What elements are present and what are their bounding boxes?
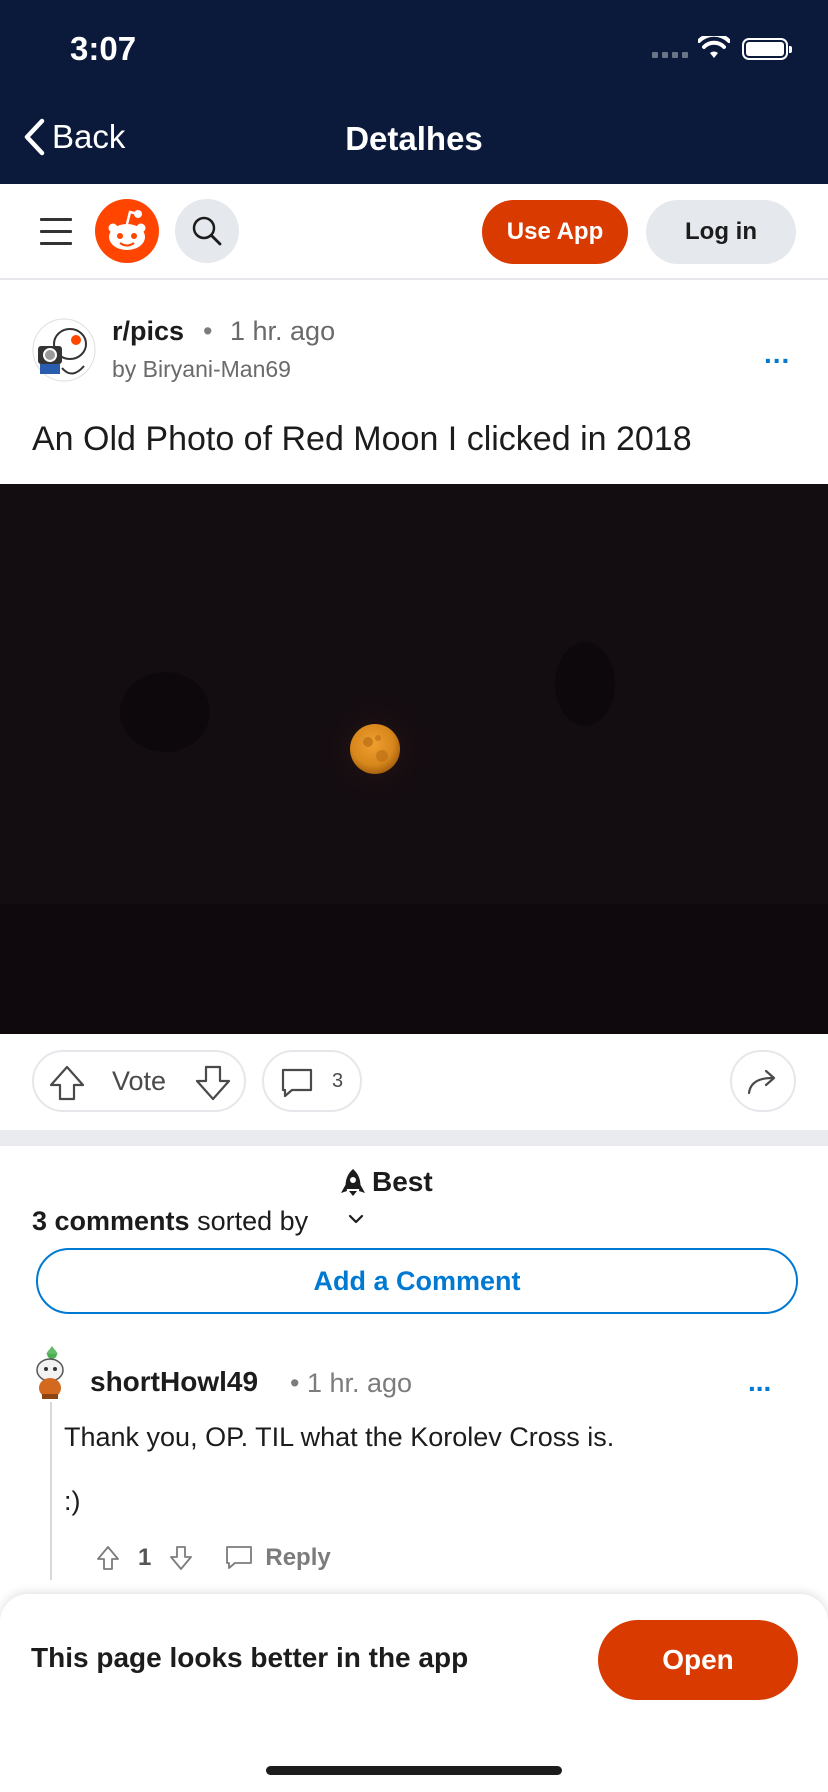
wifi-icon — [698, 36, 730, 58]
comment-thread-line[interactable] — [50, 1402, 52, 1580]
comment-upvote-icon[interactable] — [96, 1545, 120, 1571]
comment-timestamp: • 1 hr. ago — [290, 1368, 413, 1398]
share-icon — [747, 1069, 776, 1095]
navigation-bar: Back Detalhes — [0, 100, 828, 184]
subreddit-link[interactable]: r/pics — [112, 316, 184, 347]
red-moon-photo — [0, 484, 828, 1034]
commenter-avatar[interactable] — [32, 1346, 72, 1400]
comment-downvote-icon[interactable] — [169, 1545, 193, 1571]
reply-button[interactable]: Reply — [265, 1544, 330, 1572]
snoo-icon — [108, 210, 146, 250]
site-header: Use App Log in — [0, 184, 828, 280]
comment-item: shortHowl49 • 1 hr. ago ... Thank you, O… — [0, 1340, 828, 1580]
login-button[interactable]: Log in — [646, 200, 796, 264]
vote-control: Vote — [32, 1050, 246, 1112]
status-bar: 3:07 — [0, 0, 828, 100]
search-icon — [192, 216, 222, 246]
reddit-logo[interactable] — [95, 199, 159, 263]
home-indicator[interactable] — [266, 1766, 562, 1775]
downvote-icon[interactable] — [194, 1064, 232, 1102]
post-title[interactable]: An Old Photo of Red Moon I clicked in 20… — [32, 420, 692, 459]
section-divider — [0, 1130, 828, 1146]
chevron-down-icon[interactable] — [345, 1208, 367, 1230]
vote-label: Vote — [112, 1066, 167, 1096]
rocket-icon — [341, 1169, 365, 1196]
comments-count: 3 comments sorted by — [32, 1206, 308, 1237]
post-action-bar: Vote 3 — [0, 1050, 828, 1116]
comment-more-options-button[interactable]: ... — [748, 1366, 771, 1398]
post-author[interactable]: by Biryani-Man69 — [112, 356, 291, 383]
comment-count: 3 — [332, 1070, 344, 1092]
open-in-app-sheet: This page looks better in the app Open — [0, 1594, 828, 1792]
comment-icon — [281, 1068, 313, 1098]
add-comment-button[interactable]: Add a Comment — [36, 1248, 798, 1314]
reply-icon[interactable] — [225, 1545, 253, 1571]
sort-selector[interactable]: Best — [340, 1166, 433, 1198]
upvote-icon[interactable] — [48, 1064, 86, 1102]
share-button[interactable] — [730, 1050, 796, 1112]
comment-body-line: :) — [64, 1486, 81, 1516]
comment-score: 1 — [138, 1544, 152, 1571]
cellular-signal-icon — [652, 52, 688, 58]
status-time: 3:07 — [70, 30, 137, 67]
hamburger-menu-icon[interactable] — [40, 218, 72, 254]
post-image[interactable] — [0, 484, 828, 1034]
post-timestamp: 1 hr. ago — [230, 316, 336, 346]
comment-username[interactable]: shortHowl49 — [90, 1366, 258, 1398]
sort-value: Best — [372, 1166, 433, 1197]
comments-button[interactable]: 3 — [262, 1050, 362, 1112]
app-prompt-text: This page looks better in the app — [31, 1642, 469, 1673]
meta-separator: • — [203, 316, 213, 346]
post-header: r/pics • 1 hr. ago by Biryani-Man69 ... — [0, 300, 828, 400]
comment-body-line: Thank you, OP. TIL what the Korolev Cros… — [64, 1422, 615, 1452]
battery-icon — [742, 38, 792, 60]
sorted-by-label: sorted by — [189, 1206, 309, 1236]
search-button[interactable] — [175, 199, 239, 263]
nav-title: Detalhes — [345, 120, 483, 157]
comments-count-number: 3 comments — [32, 1206, 190, 1236]
comment-actions: 1 Reply — [96, 1544, 331, 1572]
subreddit-avatar[interactable] — [32, 318, 96, 382]
post-more-options-button[interactable]: ... — [764, 338, 790, 370]
open-app-button[interactable]: Open — [598, 1620, 798, 1700]
use-app-button[interactable]: Use App — [482, 200, 628, 264]
